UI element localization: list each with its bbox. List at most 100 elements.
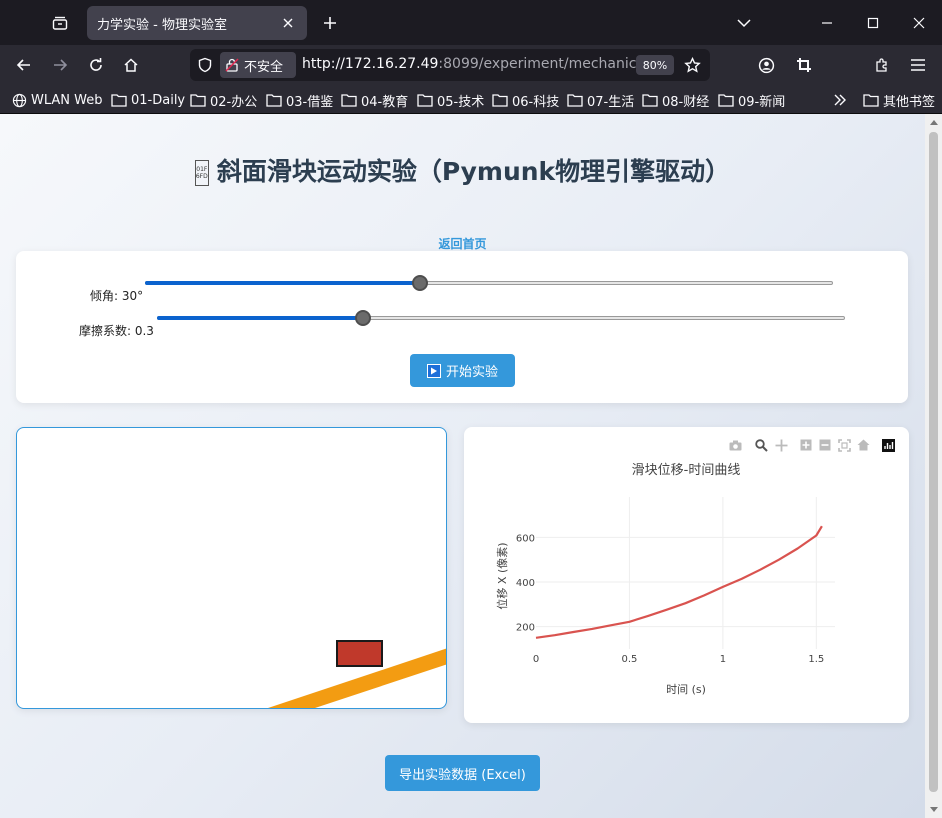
maximize-button[interactable] xyxy=(850,0,896,45)
bookmark-folder[interactable]: 07-生活 xyxy=(567,90,634,110)
bookmark-folder[interactable]: 04-教育 xyxy=(341,90,408,110)
scrollbar-thumb[interactable] xyxy=(929,132,938,792)
friction-label: 摩擦系数: 0.3 xyxy=(79,324,154,338)
reset-axes-icon[interactable] xyxy=(856,438,870,452)
insecure-lock-icon xyxy=(225,58,239,72)
start-experiment-button[interactable]: 开始实验 xyxy=(410,354,515,387)
folder-icon xyxy=(417,94,433,107)
bookmark-folder[interactable]: 01-Daily xyxy=(111,90,185,110)
bookmarks-toolbar: WLAN Web 01-Daily 02-办公 03-借鉴 04-教育 05-技… xyxy=(0,85,942,114)
minimize-icon xyxy=(822,21,832,24)
zoom-in-icon[interactable] xyxy=(799,438,813,452)
navigation-toolbar: 不安全 http://172.16.27.49:8099/experiment/… xyxy=(0,45,942,85)
other-bookmarks-folder[interactable]: 其他书签 xyxy=(863,90,935,110)
pan-icon[interactable] xyxy=(774,438,788,452)
other-bookmarks-label: 其他书签 xyxy=(883,94,936,110)
plotly-logo-icon[interactable] xyxy=(881,438,895,452)
y-tick-label: 400 xyxy=(516,578,535,589)
bookmarks-overflow-button[interactable] xyxy=(833,90,851,110)
folder-icon xyxy=(190,94,206,107)
page-title: 01F 6FD 斜面滑块运动实验（Pymunk物理引擎驱动） xyxy=(0,152,925,188)
close-icon xyxy=(913,17,925,28)
home-button[interactable] xyxy=(116,50,146,80)
folder-icon xyxy=(341,94,357,107)
globe-icon xyxy=(12,93,27,107)
tab-list-dropdown[interactable] xyxy=(721,0,767,45)
folder-icon xyxy=(111,94,127,107)
slider-fill xyxy=(157,316,364,320)
tab-title: 力学实验 - 物理实验室 xyxy=(97,17,227,33)
maximize-icon xyxy=(867,17,879,28)
address-bar[interactable]: 不安全 http://172.16.27.49:8099/experiment/… xyxy=(190,49,710,81)
folder-icon xyxy=(863,94,879,107)
scroll-up-arrow-icon[interactable] xyxy=(929,117,938,127)
chart-grid xyxy=(536,497,835,649)
x-tick-label: 1 xyxy=(720,654,726,665)
bookmark-label: WLAN Web xyxy=(31,92,103,108)
displacement-plot[interactable]: 滑块位移-时间曲线 0 0.5 1 1.5 200 400 600 时间 (s) 位移 X … xyxy=(464,427,909,723)
url-path: :8099/experiment/mechanics xyxy=(438,56,644,72)
autoscale-icon[interactable] xyxy=(837,438,851,452)
reload-button[interactable] xyxy=(81,50,111,80)
close-window-button[interactable] xyxy=(896,0,942,45)
new-tab-button[interactable] xyxy=(315,8,345,38)
friction-slider[interactable] xyxy=(157,310,845,326)
shield-icon[interactable] xyxy=(197,57,213,73)
camera-icon[interactable] xyxy=(728,438,742,452)
back-button[interactable] xyxy=(9,50,39,80)
url-text[interactable]: http://172.16.27.49:8099/experiment/mech… xyxy=(302,56,644,72)
screenshot-button[interactable] xyxy=(789,50,819,80)
forward-button[interactable] xyxy=(45,50,75,80)
account-icon xyxy=(758,57,774,73)
angle-label: 倾角: 30° xyxy=(90,289,144,303)
x-tick-label: 1.5 xyxy=(808,654,824,665)
puzzle-icon xyxy=(876,58,887,72)
bookmark-folder-label: 03-借鉴 xyxy=(286,94,334,110)
hamburger-menu-icon xyxy=(911,59,925,71)
chart-ticks: 0 0.5 1 1.5 200 400 600 xyxy=(516,533,824,665)
bookmark-folder[interactable]: 09-新闻 xyxy=(718,90,785,110)
home-link[interactable]: 返回首页 xyxy=(438,237,486,251)
connection-not-secure-badge[interactable]: 不安全 xyxy=(220,52,296,78)
start-button-label: 开始实验 xyxy=(445,365,498,380)
folder-icon xyxy=(642,94,658,107)
account-button[interactable] xyxy=(751,50,781,80)
slider-thumb[interactable] xyxy=(355,310,372,326)
scroll-down-arrow-icon[interactable] xyxy=(929,805,938,815)
minimize-button[interactable] xyxy=(804,0,850,45)
extensions-button[interactable] xyxy=(867,50,897,80)
export-excel-button[interactable]: 导出实验数据 (Excel) xyxy=(385,755,540,791)
slider-thumb[interactable] xyxy=(412,275,429,291)
page-scrollbar[interactable] xyxy=(925,114,942,818)
zoom-icon[interactable] xyxy=(754,438,768,452)
y-tick-label: 200 xyxy=(516,623,535,634)
x-tick-label: 0 xyxy=(533,654,539,665)
title-bar: 力学实验 - 物理实验室 xyxy=(0,0,942,45)
tab-close-icon[interactable] xyxy=(279,14,297,32)
missing-glyph-icon: 01F 6FD xyxy=(194,160,209,186)
app-menu-button[interactable] xyxy=(903,50,933,80)
bookmark-folder[interactable]: 08-财经 xyxy=(642,90,709,110)
zoom-out-icon[interactable] xyxy=(818,438,832,452)
bookmark-folder[interactable]: 05-技术 xyxy=(417,90,484,110)
folder-icon xyxy=(567,94,583,107)
simulation-canvas[interactable] xyxy=(16,427,447,709)
reload-icon xyxy=(90,58,102,71)
x-axis-label: 时间 (s) xyxy=(666,683,706,696)
browser-tab-active[interactable]: 力学实验 - 物理实验室 xyxy=(87,6,307,40)
bookmark-folder-label: 05-技术 xyxy=(437,94,485,110)
y-tick-label: 600 xyxy=(516,533,535,544)
tab-overview-button[interactable] xyxy=(44,8,76,38)
bookmark-folder[interactable]: 03-借鉴 xyxy=(266,90,333,110)
angle-slider[interactable] xyxy=(145,275,833,291)
bookmark-folder-label: 09-新闻 xyxy=(738,94,786,110)
bookmark-folder[interactable]: 02-办公 xyxy=(190,90,257,110)
bookmark-folder[interactable]: 06-科技 xyxy=(492,90,559,110)
page-content: 01F 6FD 斜面滑块运动实验（Pymunk物理引擎驱动） 返回首页 倾角: 30… xyxy=(0,114,925,818)
double-chevron-right-icon xyxy=(834,94,846,106)
star-icon[interactable] xyxy=(684,57,701,74)
zoom-level-button[interactable]: 80% xyxy=(636,55,674,75)
bookmark-item[interactable]: WLAN Web xyxy=(12,90,103,110)
bookmark-folder-label: 01-Daily xyxy=(131,92,186,108)
url-host: http://172.16.27.49 xyxy=(302,56,439,72)
